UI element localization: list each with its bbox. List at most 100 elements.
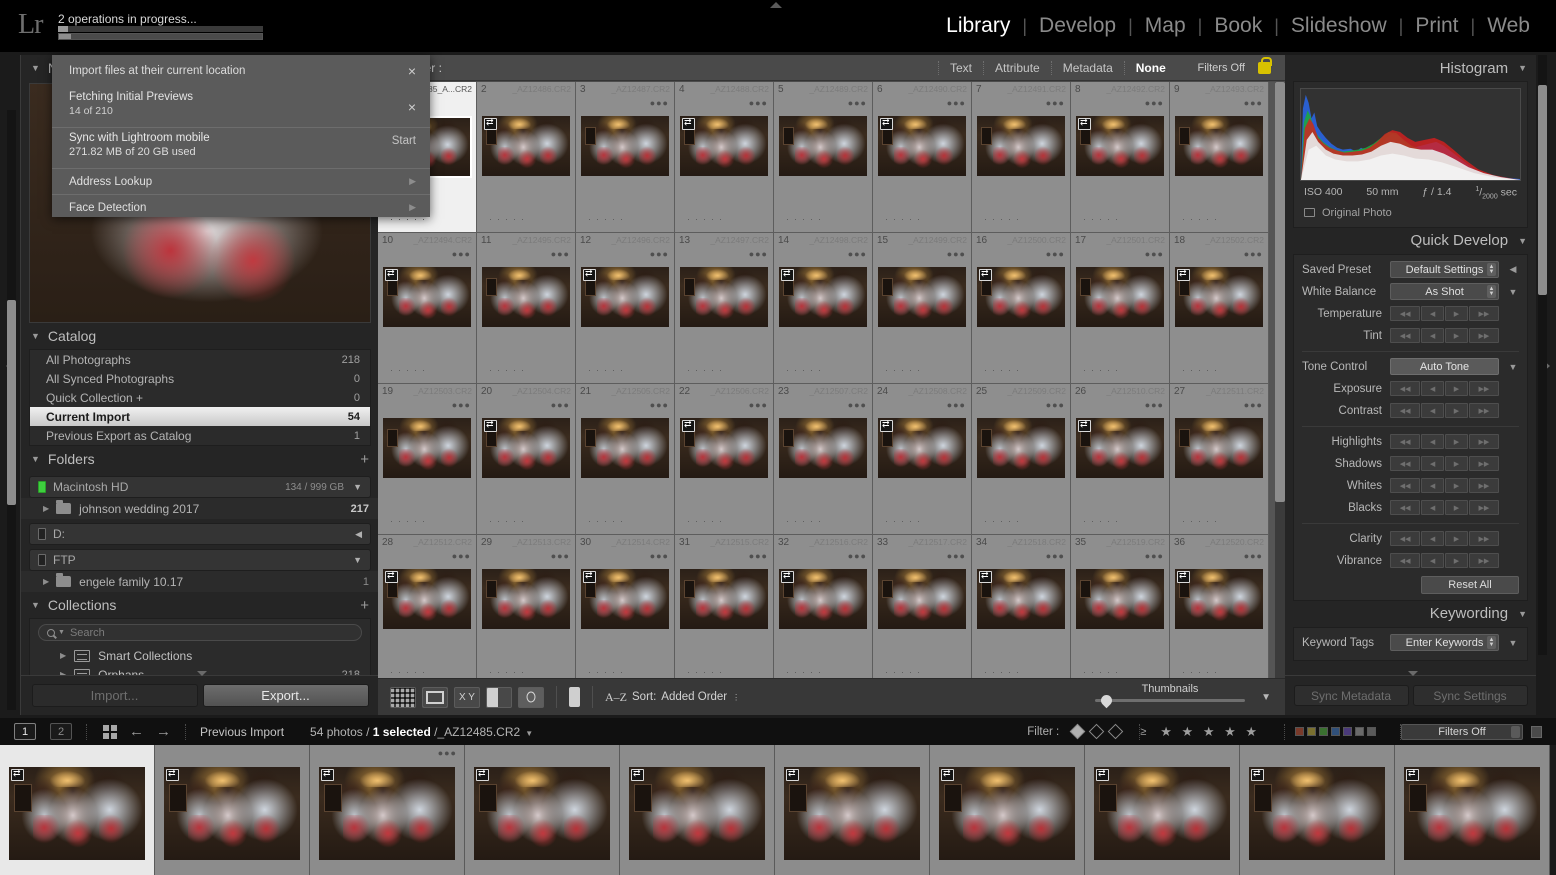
grid-cell-thumbnail[interactable] bbox=[581, 116, 669, 176]
grid-cell-badges-icon[interactable]: ●●● bbox=[1244, 249, 1263, 259]
grid-cell[interactable]: 24 _AZ12508.CR2 ●●● ····· bbox=[873, 384, 972, 535]
grid-cell-badges-icon[interactable]: ●●● bbox=[1046, 400, 1065, 410]
collections-section-header[interactable]: ▼ Collections + bbox=[21, 592, 379, 618]
drive-toggle-icon[interactable]: ▼ bbox=[353, 555, 362, 565]
grid-cell[interactable]: 8 _AZ12492.CR2 ●●● ····· bbox=[1071, 82, 1170, 233]
grid-cell[interactable]: 33 _AZ12517.CR2 ●●● ····· bbox=[873, 535, 972, 686]
filmstrip-thumbnail[interactable] bbox=[319, 767, 455, 860]
grid-cell[interactable]: 28 _AZ12512.CR2 ●●● ····· bbox=[378, 535, 477, 686]
grid-cell-badges-icon[interactable]: ●●● bbox=[947, 400, 966, 410]
color-swatch-5[interactable] bbox=[1355, 727, 1364, 736]
page-1-button[interactable]: 1 bbox=[14, 723, 36, 740]
add-folder-icon[interactable]: + bbox=[360, 451, 369, 468]
grid-cell[interactable]: 30 _AZ12514.CR2 ●●● ····· bbox=[576, 535, 675, 686]
grid-cell-badges-icon[interactable]: ●●● bbox=[1244, 98, 1263, 108]
grid-cell-badges-icon[interactable]: ●●● bbox=[551, 249, 570, 259]
collection-item-0[interactable]: ▶ Smart Collections bbox=[30, 646, 370, 665]
module-library[interactable]: Library bbox=[934, 14, 1022, 38]
histogram-graph[interactable] bbox=[1300, 88, 1521, 181]
module-slideshow[interactable]: Slideshow bbox=[1279, 14, 1399, 38]
filmstrip-thumbnail[interactable] bbox=[784, 767, 920, 860]
grid-cell[interactable]: 6 _AZ12490.CR2 ●●● ····· bbox=[873, 82, 972, 233]
whites-steppers[interactable]: ◀◀ ◀ ▶ ▶▶ bbox=[1390, 478, 1499, 494]
vibrance-decr-large[interactable]: ◀◀ bbox=[1390, 553, 1421, 569]
highlights-incr-large[interactable]: ▶▶ bbox=[1468, 434, 1499, 450]
contrast-incr-large[interactable]: ▶▶ bbox=[1468, 403, 1499, 419]
grid-cell[interactable]: 2 _AZ12486.CR2 ····· bbox=[477, 82, 576, 233]
filmstrip-thumbnail[interactable] bbox=[629, 767, 765, 860]
drive-toggle-icon[interactable]: ◀ bbox=[355, 529, 362, 540]
module-web[interactable]: Web bbox=[1475, 14, 1542, 38]
grid-cell[interactable]: 21 _AZ12505.CR2 ●●● ····· bbox=[576, 384, 675, 535]
grid-cell-thumbnail[interactable] bbox=[779, 569, 867, 629]
grid-cell[interactable]: 7 _AZ12491.CR2 ●●● ····· bbox=[972, 82, 1071, 233]
grid-cell-rating[interactable]: ····· bbox=[687, 365, 727, 375]
grid-cell-thumbnail[interactable] bbox=[1175, 418, 1263, 478]
grid-cell[interactable]: 20 _AZ12504.CR2 ●●● ····· bbox=[477, 384, 576, 535]
grid-cell-badges-icon[interactable]: ●●● bbox=[650, 400, 669, 410]
star-rating-filter[interactable]: ★ ★ ★ ★ ★ bbox=[1160, 724, 1260, 740]
grid-cell-thumbnail[interactable] bbox=[581, 267, 669, 327]
grid-cell-badges-icon[interactable]: ●●● bbox=[1145, 98, 1164, 108]
highlights-decr-large[interactable]: ◀◀ bbox=[1390, 434, 1421, 450]
grid-cell-badges-icon[interactable]: ●●● bbox=[1145, 400, 1164, 410]
catalog-section-header[interactable]: ▼ Catalog bbox=[21, 323, 379, 349]
filmstrip[interactable]: ●●● bbox=[0, 745, 1556, 875]
progress-bar-primary[interactable] bbox=[58, 33, 263, 40]
temperature-steppers[interactable]: ◀◀ ◀ ▶ ▶▶ bbox=[1390, 306, 1499, 322]
color-swatch-3[interactable] bbox=[1331, 727, 1340, 736]
grid-cell-thumbnail[interactable] bbox=[1175, 116, 1263, 176]
module-develop[interactable]: Develop bbox=[1027, 14, 1128, 38]
grid-cell-rating[interactable]: ····· bbox=[687, 516, 727, 526]
filter-option-none[interactable]: None bbox=[1123, 60, 1177, 75]
grid-cell-rating[interactable]: ····· bbox=[984, 667, 1024, 677]
grid-cell-rating[interactable]: ····· bbox=[687, 667, 727, 677]
grid-cell-thumbnail[interactable] bbox=[1076, 569, 1164, 629]
grid-cell-thumbnail[interactable] bbox=[977, 116, 1065, 176]
grid-cell[interactable]: 31 _AZ12515.CR2 ●●● ····· bbox=[675, 535, 774, 686]
contrast-incr[interactable]: ▶ bbox=[1445, 403, 1468, 419]
drive-toggle-icon[interactable]: ▼ bbox=[353, 482, 362, 492]
chevron-right-icon[interactable]: ▶ bbox=[409, 202, 416, 213]
quick-develop-section-header[interactable]: Quick Develop ▼ bbox=[1285, 228, 1536, 254]
chevron-right-icon[interactable]: ▶ bbox=[409, 176, 416, 187]
grid-cell-badges-icon[interactable]: ●●● bbox=[947, 551, 966, 561]
histogram-section-header[interactable]: Histogram ▼ bbox=[1285, 55, 1536, 81]
forward-arrow-icon[interactable]: → bbox=[156, 723, 171, 740]
right-panel-resize-handle[interactable] bbox=[1408, 671, 1418, 676]
grid-cell[interactable]: 36 _AZ12520.CR2 ●●● ····· bbox=[1170, 535, 1269, 686]
grid-cell-badges-icon[interactable]: ●●● bbox=[1244, 400, 1263, 410]
thumbnail-size-slider[interactable]: Thumbnails bbox=[1095, 683, 1245, 709]
grid-cell-rating[interactable]: ····· bbox=[489, 214, 529, 224]
grid-cell-thumbnail[interactable] bbox=[977, 267, 1065, 327]
grid-cell-rating[interactable]: ····· bbox=[1182, 365, 1222, 375]
grid-cell-thumbnail[interactable] bbox=[482, 569, 570, 629]
highlights-decr[interactable]: ◀ bbox=[1421, 434, 1444, 450]
grid-cell-thumbnail[interactable] bbox=[977, 418, 1065, 478]
filter-option-text[interactable]: Text bbox=[938, 60, 983, 75]
left-panel-edge[interactable] bbox=[0, 55, 20, 715]
filmstrip-cell[interactable] bbox=[465, 745, 620, 875]
stepper-icon[interactable]: ▲ ▼ bbox=[1487, 263, 1496, 277]
filmstrip-cell[interactable] bbox=[0, 745, 155, 875]
grid-cell-thumbnail[interactable] bbox=[1076, 116, 1164, 176]
color-swatch-0[interactable] bbox=[1295, 727, 1304, 736]
blacks-decr[interactable]: ◀ bbox=[1421, 500, 1444, 516]
shadows-decr[interactable]: ◀ bbox=[1421, 456, 1444, 472]
blacks-decr-large[interactable]: ◀◀ bbox=[1390, 500, 1421, 516]
whites-incr[interactable]: ▶ bbox=[1445, 478, 1468, 494]
keywording-section-header[interactable]: Keywording ▼ bbox=[1285, 601, 1536, 627]
keyword-tags-input[interactable]: Enter Keywords ▲ ▼ bbox=[1390, 634, 1499, 652]
sync-settings-button[interactable]: Sync Settings bbox=[1412, 685, 1528, 706]
back-arrow-icon[interactable]: ← bbox=[129, 723, 144, 740]
grid-cell-rating[interactable]: ····· bbox=[588, 214, 628, 224]
filmstrip-cell[interactable]: ●●● bbox=[310, 745, 465, 875]
filmstrip-thumbnail[interactable] bbox=[474, 767, 610, 860]
filmstrip-cell[interactable] bbox=[775, 745, 930, 875]
grid-cell-rating[interactable]: ····· bbox=[885, 365, 925, 375]
grid-cell-badges-icon[interactable]: ●●● bbox=[749, 249, 768, 259]
grid-cell[interactable]: 12 _AZ12496.CR2 ●●● ····· bbox=[576, 233, 675, 384]
whites-decr[interactable]: ◀ bbox=[1421, 478, 1444, 494]
grid-cell[interactable]: 26 _AZ12510.CR2 ●●● ····· bbox=[1071, 384, 1170, 535]
grid-cell[interactable]: 23 _AZ12507.CR2 ●●● ····· bbox=[774, 384, 873, 535]
